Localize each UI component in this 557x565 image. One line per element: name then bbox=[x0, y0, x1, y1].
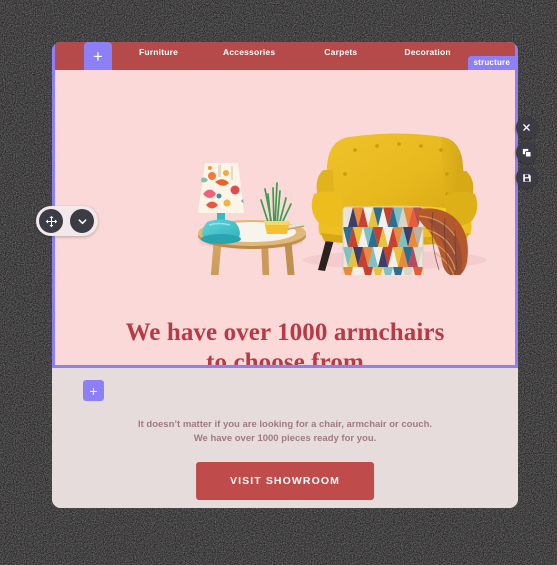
promo-text: It doesn’t matter if you are looking for… bbox=[52, 418, 518, 446]
move-icon bbox=[45, 215, 57, 227]
save-icon bbox=[522, 173, 531, 182]
add-block-button-nav[interactable]: + bbox=[84, 42, 112, 70]
promo-line-2: We have over 1000 pieces ready for you. bbox=[193, 433, 377, 444]
section-actions bbox=[516, 117, 537, 188]
hero-illustration bbox=[198, 133, 487, 275]
hero-headline: We have over 1000 armchairs to choose fr… bbox=[55, 318, 515, 365]
plus-icon: + bbox=[89, 382, 98, 399]
add-block-button-promo[interactable]: + bbox=[83, 380, 104, 401]
website-canvas: + Furniture Accessories Carpets Decorati… bbox=[52, 42, 518, 508]
headline-line-2: to choose from bbox=[206, 349, 364, 365]
hero-section[interactable]: + Furniture Accessories Carpets Decorati… bbox=[52, 42, 518, 368]
structure-badge[interactable]: structure bbox=[467, 56, 515, 70]
potted-plant bbox=[260, 182, 292, 234]
geometric-pillow bbox=[342, 206, 424, 275]
close-button[interactable] bbox=[516, 117, 537, 138]
headline-line-1: We have over 1000 armchairs bbox=[125, 319, 445, 346]
nav-item-furniture[interactable]: Furniture bbox=[139, 47, 178, 57]
nav-item-accessories[interactable]: Accessories bbox=[223, 47, 275, 57]
nav-item-carpets[interactable]: Carpets bbox=[324, 47, 357, 57]
promo-section[interactable]: + It doesn’t matter if you are looking f… bbox=[52, 368, 518, 508]
visit-showroom-button[interactable]: VISIT SHOWROOM bbox=[196, 462, 374, 500]
nav-item-decoration[interactable]: Decoration bbox=[404, 47, 450, 57]
promo-line-1: It doesn’t matter if you are looking for… bbox=[137, 419, 433, 430]
editor-backdrop: + Furniture Accessories Carpets Decorati… bbox=[0, 0, 557, 565]
duplicate-button[interactable] bbox=[516, 142, 537, 163]
site-navbar: + Furniture Accessories Carpets Decorati… bbox=[55, 42, 515, 70]
plus-icon: + bbox=[93, 46, 103, 66]
move-handle[interactable] bbox=[39, 209, 63, 233]
collapse-toggle[interactable] bbox=[70, 209, 94, 233]
chevron-down-icon bbox=[78, 218, 86, 224]
hero-body: We have over 1000 armchairs to choose fr… bbox=[55, 70, 515, 365]
save-button[interactable] bbox=[516, 167, 537, 188]
nav-links: Furniture Accessories Carpets Decoration bbox=[112, 42, 515, 57]
duplicate-icon bbox=[522, 148, 531, 157]
close-icon bbox=[523, 124, 530, 131]
block-tool-pill bbox=[36, 206, 98, 236]
